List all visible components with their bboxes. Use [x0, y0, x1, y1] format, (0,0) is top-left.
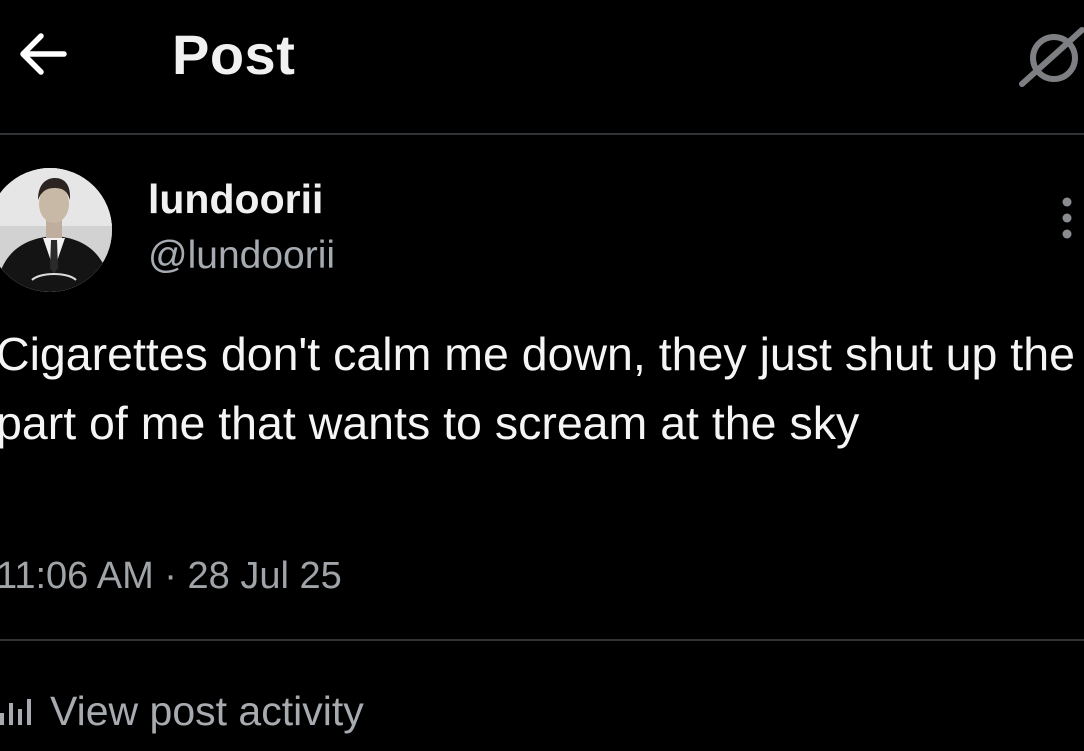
- post-date[interactable]: 28 Jul 25: [188, 555, 342, 597]
- more-vertical-icon: [1062, 197, 1072, 239]
- author-display-name[interactable]: lundoorii: [148, 176, 323, 223]
- meta-separator: ·: [164, 555, 177, 597]
- activity-divider: [0, 639, 1084, 641]
- post-time[interactable]: 11:06 AM: [0, 555, 154, 597]
- arrow-left-icon: [20, 33, 67, 75]
- grok-button[interactable]: [1014, 22, 1084, 92]
- header-divider: [0, 133, 1084, 135]
- page-title: Post: [172, 23, 296, 86]
- view-post-activity-button[interactable]: View post activity: [0, 684, 364, 738]
- author-handle[interactable]: @lundoorii: [148, 234, 335, 278]
- top-bar: Post: [0, 0, 1084, 133]
- post-text: Cigarettes don't calm me down, they just…: [0, 328, 1075, 449]
- avatar-photo: [0, 168, 112, 292]
- more-options-button[interactable]: [1050, 192, 1084, 244]
- bar-chart-icon: [0, 699, 31, 725]
- back-button[interactable]: [12, 24, 72, 84]
- avatar[interactable]: [0, 168, 112, 292]
- grok-icon: [1019, 27, 1084, 87]
- activity-label: View post activity: [50, 687, 364, 734]
- post-timestamp: 11:06 AM · 28 Jul 25: [0, 555, 342, 598]
